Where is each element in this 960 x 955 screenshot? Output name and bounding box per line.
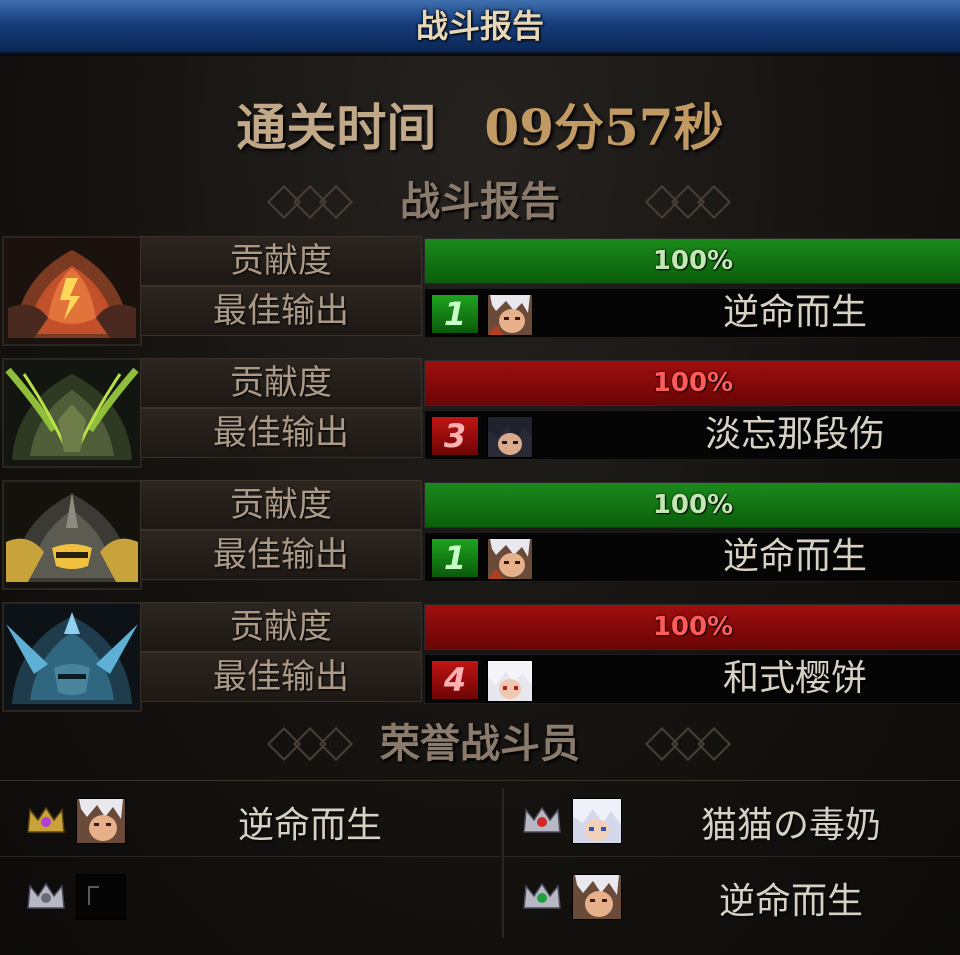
clear-time: 通关时间 09分57秒 [0, 68, 960, 158]
honor-entry: 逆命而生 [0, 784, 500, 856]
honor-player-name: 逆命而生 [237, 805, 382, 846]
contribution-value: 100% [652, 490, 734, 520]
honor-section-header: 荣誉战斗员 [0, 714, 960, 774]
best-output-cell: 1 逆命而生 [424, 532, 960, 582]
contribution-label: 贡献度 [140, 236, 422, 286]
contribution-bar: 100% [424, 604, 960, 650]
player-portrait-icon [572, 798, 622, 844]
clear-time-value: 09分57秒 [484, 98, 724, 157]
gold-spiked-helmet-icon [2, 480, 142, 590]
green-horned-helmet-icon [2, 358, 142, 468]
contribution-bar: 100% [424, 238, 960, 284]
player-portrait-icon [487, 416, 533, 458]
ornament-right-icon [640, 185, 731, 219]
honor-player-name: 猫猫の毒奶 [700, 805, 881, 846]
player-name: 淡忘那段伤 [704, 414, 885, 455]
flame-helmet-icon [2, 236, 142, 346]
best-output-label: 最佳输出 [140, 530, 422, 580]
honor-entry: 猫猫の毒奶 [496, 784, 960, 856]
crown-icon [26, 804, 66, 836]
honor-section-title: 荣誉战斗员 [380, 720, 580, 767]
ornament-left-icon [262, 185, 353, 219]
rank-badge: 4 [431, 660, 479, 700]
empty-portrait-icon [76, 874, 126, 920]
window-title: 战斗报告 [415, 7, 544, 45]
contribution-value: 100% [652, 368, 734, 398]
crown-icon [26, 880, 66, 912]
player-portrait-icon [487, 660, 533, 702]
rank-badge: 1 [431, 294, 479, 334]
honor-player-name: 逆命而生 [718, 881, 863, 922]
rank-badge: 1 [431, 538, 479, 578]
player-portrait-icon [76, 798, 126, 844]
player-name: 和式樱饼 [722, 658, 867, 699]
title-bar: 战斗报告 [0, 0, 960, 54]
contribution-label: 贡献度 [140, 358, 422, 408]
contribution-label: 贡献度 [140, 480, 422, 530]
player-portrait-icon [487, 294, 533, 336]
ice-helmet-icon [2, 602, 142, 712]
best-output-cell: 4 和式樱饼 [424, 654, 960, 704]
best-output-label: 最佳输出 [140, 286, 422, 336]
crown-icon [522, 880, 562, 912]
player-name: 逆命而生 [722, 292, 867, 333]
contribution-bar: 100% [424, 482, 960, 528]
player-portrait-icon [487, 538, 533, 580]
report-section-header: 战斗报告 [0, 172, 960, 232]
honor-divider-horizontal [0, 856, 960, 857]
player-row: 贡献度 100% 最佳输出 1 逆命而生 [0, 480, 960, 590]
best-output-label: 最佳输出 [140, 408, 422, 458]
contribution-value: 100% [652, 612, 734, 642]
honor-entry [0, 860, 500, 932]
contribution-value: 100% [652, 246, 734, 276]
player-row: 贡献度 100% 最佳输出 1 逆命而生 [0, 236, 960, 346]
honor-player-name [130, 860, 490, 932]
crown-icon [522, 804, 562, 836]
best-output-label: 最佳输出 [140, 652, 422, 702]
best-output-cell: 1 逆命而生 [424, 288, 960, 338]
contribution-label: 贡献度 [140, 602, 422, 652]
ornament-right-icon [640, 727, 731, 761]
player-row: 贡献度 100% 最佳输出 3 淡忘那段伤 [0, 358, 960, 468]
player-name: 逆命而生 [722, 536, 867, 577]
player-portrait-icon [572, 874, 622, 920]
ornament-left-icon [262, 727, 353, 761]
clear-time-label: 通关时间 [236, 98, 437, 157]
best-output-cell: 3 淡忘那段伤 [424, 410, 960, 460]
honor-entry: 逆命而生 [496, 860, 960, 932]
contribution-bar: 100% [424, 360, 960, 406]
report-section-title: 战斗报告 [400, 178, 560, 225]
rank-badge: 3 [431, 416, 479, 456]
player-row: 贡献度 100% 最佳输出 4 和式樱饼 [0, 602, 960, 712]
